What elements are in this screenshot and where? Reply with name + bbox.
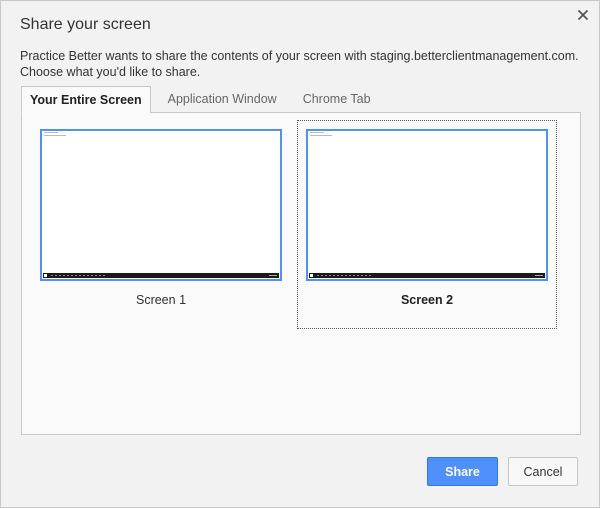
screen-option-1[interactable]: Screen 1 — [32, 121, 290, 328]
thumbnail-content — [310, 132, 332, 138]
share-button[interactable]: Share — [427, 457, 498, 486]
screen-label: Screen 2 — [400, 293, 454, 307]
thumbnail-taskbar — [43, 273, 279, 278]
thumbnail-taskbar — [309, 273, 545, 278]
source-tabs: Your Entire Screen Application Window Ch… — [21, 86, 388, 114]
cancel-button[interactable]: Cancel — [508, 457, 578, 486]
tab-chrome-tab[interactable]: Chrome Tab — [294, 86, 380, 112]
screen-label: Screen 1 — [135, 293, 187, 307]
dialog-description: Practice Better wants to share the conte… — [20, 49, 579, 79]
dialog-title: Share your screen — [20, 16, 151, 33]
tab-entire-screen[interactable]: Your Entire Screen — [21, 86, 151, 114]
screen-thumbnail — [40, 129, 282, 281]
screen-option-2[interactable]: Screen 2 — [297, 120, 557, 329]
share-screen-dialog: Share your screen Practice Better wants … — [0, 0, 600, 508]
close-icon[interactable] — [576, 8, 590, 22]
screens-panel: Screen 1 Screen 2 — [21, 112, 581, 435]
screen-thumbnail — [306, 129, 548, 281]
tab-application-window[interactable]: Application Window — [159, 86, 286, 112]
thumbnail-content — [44, 132, 66, 138]
